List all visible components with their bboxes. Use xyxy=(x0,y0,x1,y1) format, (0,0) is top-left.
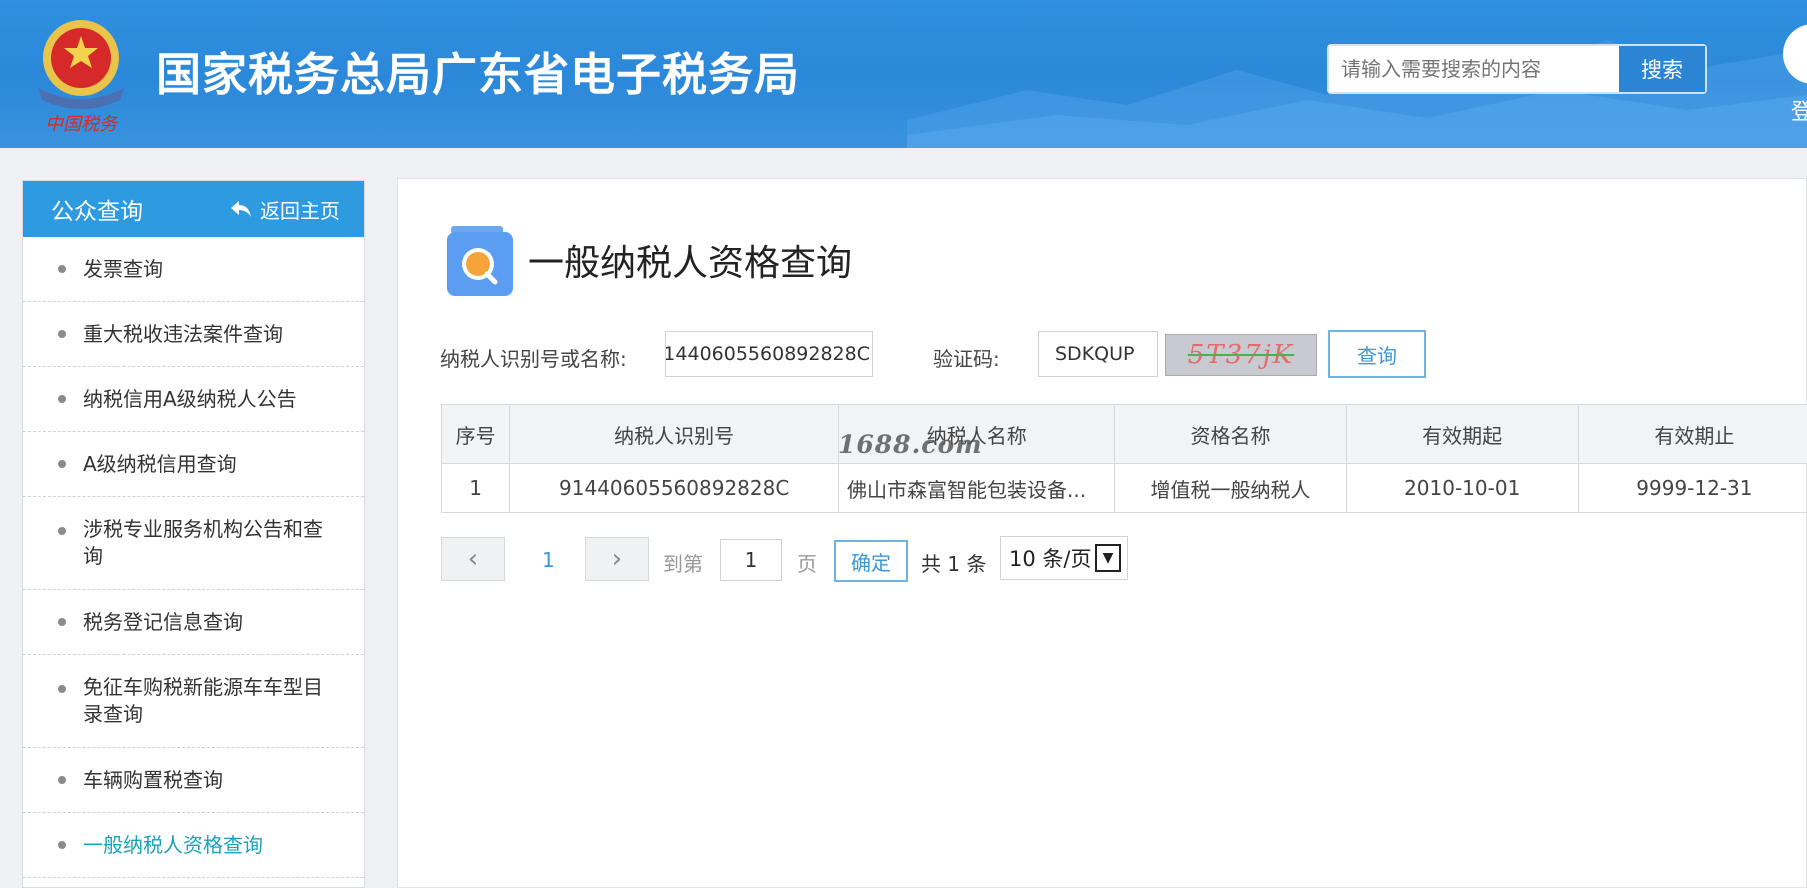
next-page-button[interactable]: › xyxy=(585,537,649,581)
bullet-icon xyxy=(58,395,66,403)
site-title: 国家税务总局广东省电子税务局 xyxy=(156,48,801,101)
column-header: 纳税人识别号 xyxy=(509,404,840,464)
table-cell: 2010-10-01 xyxy=(1345,463,1579,513)
bullet-icon xyxy=(58,618,66,626)
captcha-image[interactable]: 5T37jK xyxy=(1165,334,1317,376)
table-cell: 1 xyxy=(440,463,511,513)
sidebar-header: 公众查询 返回主页 xyxy=(23,181,364,237)
confirm-page-button[interactable]: 确定 xyxy=(834,540,908,582)
site-header: 中国税务 国家税务总局广东省电子税务局 搜索 登 xyxy=(0,0,1807,148)
header-search: 搜索 xyxy=(1327,44,1707,94)
chevron-right-icon: › xyxy=(611,544,623,574)
goto-label: 到第 xyxy=(663,552,703,576)
tax-bureau-emblem-icon: 中国税务 xyxy=(38,20,124,135)
captcha-input[interactable]: SDKQUP xyxy=(1038,331,1158,377)
sidebar-item-label: 重大税收违法案件查询 xyxy=(83,321,283,346)
search-button[interactable]: 搜索 xyxy=(1619,46,1705,92)
svg-text:中国税务: 中国税务 xyxy=(45,114,119,135)
captcha-image-text: 5T37jK xyxy=(1187,340,1295,370)
page-size-select[interactable]: 10 条/页 ▼ xyxy=(1000,536,1128,580)
table-row: 1 91440605560892828C 佛山市森富智能包装设备... 增值税一… xyxy=(440,463,1807,513)
table-cell: 增值税一般纳税人 xyxy=(1114,463,1347,513)
sidebar-item-label: 一般纳税人资格查询 xyxy=(83,832,263,857)
column-header: 序号 xyxy=(440,404,511,464)
total-count: 共 1 条 xyxy=(921,552,987,576)
bullet-icon xyxy=(58,841,66,849)
page-size-value: 10 条/页 xyxy=(1009,547,1092,571)
sidebar-item-nev-catalog[interactable]: 免征车购税新能源车车型目录查询 xyxy=(23,655,364,748)
sidebar-item-invoice[interactable]: 发票查询 xyxy=(23,237,364,302)
column-header: 有效期起 xyxy=(1345,404,1579,464)
back-arrow-icon xyxy=(231,201,251,217)
login-link[interactable]: 登 xyxy=(1791,94,1807,126)
sidebar-item-label: 车辆购置税查询 xyxy=(83,767,223,792)
prev-page-button[interactable]: ‹ xyxy=(441,537,505,581)
bullet-icon xyxy=(58,776,66,784)
table-cell: 91440605560892828C xyxy=(509,463,840,513)
bullet-icon xyxy=(58,265,66,273)
bullet-icon xyxy=(58,330,66,338)
bullet-icon xyxy=(58,685,66,693)
column-header: 有效期止 xyxy=(1577,404,1807,464)
sidebar-item-service-agencies[interactable]: 涉税专业服务机构公告和查询 xyxy=(23,497,364,590)
sidebar: 公众查询 返回主页 发票查询 重大税收违法案件查询 纳税信用A级纳税人公告 A级… xyxy=(22,180,365,888)
chevron-down-icon: ▼ xyxy=(1095,544,1121,572)
sidebar-item-label: 涉税专业服务机构公告和查询 xyxy=(83,517,323,568)
sidebar-item-credit-a-notice[interactable]: 纳税信用A级纳税人公告 xyxy=(23,367,364,432)
table-cell: 9999-12-31 xyxy=(1577,463,1807,513)
page-title: 一般纳税人资格查询 xyxy=(528,243,853,284)
column-header: 资格名称 xyxy=(1114,404,1347,464)
sidebar-item-registration[interactable]: 税务登记信息查询 xyxy=(23,590,364,655)
sidebar-item-credit-a-query[interactable]: A级纳税信用查询 xyxy=(23,432,364,497)
table-header-row: 序号 纳税人识别号 纳税人名称 资格名称 有效期起 有效期止 xyxy=(440,404,1807,464)
sidebar-item-vehicle-tax[interactable]: 车辆购置税查询 xyxy=(23,748,364,813)
result-table: 序号 纳税人识别号 纳税人名称 资格名称 有效期起 有效期止 1 9144060… xyxy=(440,404,1807,513)
current-page-number[interactable]: 1 xyxy=(542,548,555,572)
sidebar-item-label: 纳税信用A级纳税人公告 xyxy=(83,386,297,411)
bullet-icon xyxy=(58,527,66,535)
sidebar-item-label: 税务登记信息查询 xyxy=(83,609,243,634)
captcha-label: 验证码: xyxy=(933,347,1000,371)
sidebar-item-label: 免征车购税新能源车车型目录查询 xyxy=(83,675,323,726)
sidebar-item-label: A级纳税信用查询 xyxy=(83,451,237,476)
back-home-link[interactable]: 返回主页 xyxy=(230,195,340,224)
goto-page-input[interactable]: 1 xyxy=(720,539,782,581)
query-button[interactable]: 查询 xyxy=(1328,330,1426,378)
sidebar-title: 公众查询 xyxy=(51,199,143,225)
watermark: 1688.com xyxy=(838,430,983,459)
sidebar-item-general-taxpayer[interactable]: 一般纳税人资格查询 xyxy=(23,813,364,878)
search-page-icon xyxy=(447,226,513,296)
search-input[interactable] xyxy=(1329,46,1621,92)
taxpayer-id-input[interactable]: 91440605560892828C xyxy=(665,331,873,377)
chevron-left-icon: ‹ xyxy=(467,544,479,574)
table-cell: 佛山市森富智能包装设备... xyxy=(838,463,1116,513)
taxpayer-label: 纳税人识别号或名称: xyxy=(440,347,627,371)
sidebar-item-label: 发票查询 xyxy=(83,256,163,281)
back-home-label: 返回主页 xyxy=(260,198,340,223)
page-unit-label: 页 xyxy=(797,552,817,576)
bullet-icon xyxy=(58,460,66,468)
sidebar-item-violation-cases[interactable]: 重大税收违法案件查询 xyxy=(23,302,364,367)
